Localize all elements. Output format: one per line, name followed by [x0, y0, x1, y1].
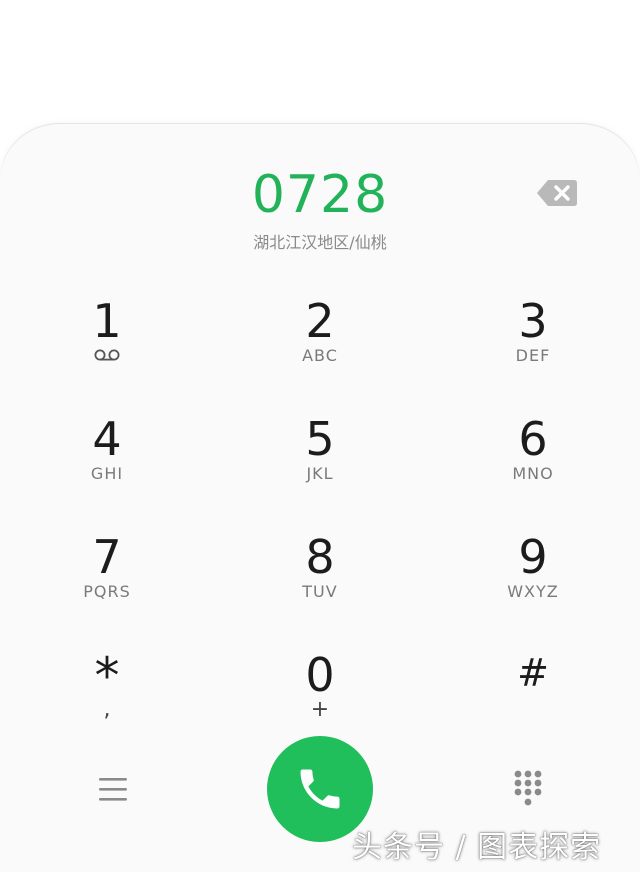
- key-3[interactable]: 3 DEF: [433, 296, 633, 404]
- key-letters: MNO: [512, 464, 554, 483]
- key-digit: #: [517, 651, 549, 695]
- key-digit: 3: [518, 294, 548, 348]
- key-letters: ABC: [302, 346, 338, 365]
- key-9[interactable]: 9 WXYZ: [433, 532, 633, 640]
- key-digit: 5: [305, 412, 335, 466]
- key-6[interactable]: 6 MNO: [433, 414, 633, 522]
- key-digit: 6: [518, 412, 548, 466]
- backspace-button[interactable]: [536, 178, 578, 208]
- status-area: [0, 0, 640, 140]
- voicemail-icon: [94, 349, 120, 361]
- key-4[interactable]: 4 GHI: [7, 414, 207, 522]
- key-star[interactable]: * ,: [7, 647, 207, 760]
- key-letters: WXYZ: [507, 582, 559, 601]
- key-2[interactable]: 2 ABC: [220, 296, 420, 404]
- key-digit: 1: [92, 294, 122, 348]
- key-digit: *: [94, 647, 120, 705]
- key-digit: 0: [305, 648, 335, 702]
- key-letters: JKL: [306, 464, 334, 483]
- key-letters: PQRS: [83, 582, 131, 601]
- phone-icon: [300, 769, 340, 809]
- key-5[interactable]: 5 JKL: [220, 414, 420, 522]
- dialpad-toggle-button[interactable]: [508, 766, 548, 812]
- key-digit: 7: [92, 530, 122, 584]
- key-8[interactable]: 8 TUV: [220, 532, 420, 640]
- key-letters: GHI: [90, 464, 124, 483]
- key-hash[interactable]: #: [433, 648, 633, 756]
- backspace-icon: [537, 180, 577, 206]
- key-letters: DEF: [515, 346, 551, 365]
- key-digit: 9: [518, 530, 548, 584]
- key-digit: 2: [305, 294, 335, 348]
- key-digit: 4: [92, 412, 122, 466]
- number-location: 湖北江汉地区/仙桃: [253, 233, 387, 252]
- menu-button[interactable]: [94, 772, 134, 808]
- key-letters: ,: [103, 697, 111, 722]
- key-7[interactable]: 7 PQRS: [7, 532, 207, 640]
- dialpad-icon: [514, 770, 542, 806]
- menu-icon: [99, 778, 127, 801]
- watermark: 头条号 / 图表探索: [352, 830, 602, 865]
- key-1[interactable]: 1: [7, 296, 207, 404]
- key-letters: TUV: [302, 582, 338, 601]
- key-digit: 8: [305, 530, 335, 584]
- key-letters: +: [310, 697, 330, 722]
